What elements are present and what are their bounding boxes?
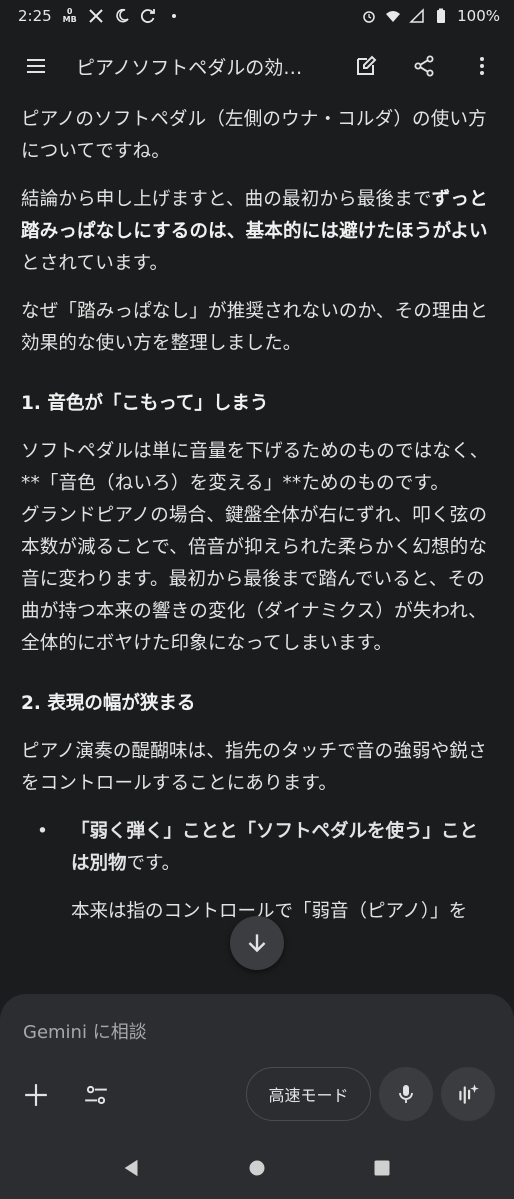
wifi-icon: [385, 8, 401, 24]
section-heading-2: 2. 表現の幅が狭まる: [21, 693, 196, 714]
scroll-to-bottom-button[interactable]: [230, 916, 284, 970]
menu-icon: [27, 59, 45, 73]
conversation-title[interactable]: ピアノソフトペダルの効…: [76, 53, 334, 80]
microphone-button[interactable]: [379, 1067, 433, 1121]
home-button[interactable]: [239, 1150, 275, 1186]
section2-paragraph: ピアノ演奏の醍醐味は、指先のタッチで音の強弱や鋭さをコントロールすることにありま…: [21, 741, 487, 794]
more-vert-icon: [480, 57, 484, 75]
app-bar: ピアノソフトペダルの効…: [0, 40, 514, 92]
gemini-live-button[interactable]: [441, 1067, 495, 1121]
moon-icon: [114, 8, 130, 24]
share-icon: [414, 55, 434, 77]
back-button[interactable]: [114, 1150, 150, 1186]
edit-icon: [357, 55, 377, 75]
intro-paragraph: ピアノのソフトペダル（左側のウナ・コルダ）の使い方についてですね。: [21, 109, 487, 162]
recents-square-icon: [374, 1160, 390, 1176]
section1-paragraph-a: ソフトペダルは単に音量を下げるためのものではなく、**「音色（ねいろ）を変える」…: [21, 441, 489, 494]
share-button[interactable]: [408, 50, 440, 82]
prompt-input[interactable]: Gemini に相談: [23, 1018, 147, 1044]
conclusion-pre-text: 結論から申し上げますと、曲の最初から最後まで: [21, 189, 432, 210]
conclusion-post-text: とされています。: [21, 253, 169, 274]
battery-icon: [433, 8, 449, 24]
response-content[interactable]: ピアノのソフトペダル（左側のウナ・コルダ）の使い方についてですね。 結論から申し…: [0, 104, 514, 1004]
tools-button[interactable]: [76, 1075, 116, 1115]
mode-selector[interactable]: 高速モード: [246, 1067, 371, 1121]
signal-icon: [409, 8, 425, 24]
system-navigation-bar: [0, 1140, 514, 1196]
mic-icon: [399, 1085, 413, 1103]
section1-paragraph-b: グランドピアノの場合、鍵盤全体が右にずれ、叩く弦の本数が減ることで、倍音が抑えら…: [21, 505, 488, 654]
gemini-live-icon: [459, 1084, 479, 1104]
data-usage-unit: MB: [62, 15, 77, 24]
notification-dot-icon: [166, 8, 182, 24]
status-bar: 2:25 0 MB 100%: [0, 0, 514, 32]
bullet-dot: •: [37, 821, 48, 842]
x-app-icon: [88, 8, 104, 24]
alarm-icon: [361, 8, 377, 24]
battery-percentage: 100%: [457, 7, 500, 25]
conclusion-paragraph: 結論から申し上げますと、曲の最初から最後までずっと踏みっぱなしにするのは、基本的…: [21, 184, 492, 280]
sync-icon: [140, 8, 156, 24]
bullet1-post-text: です。: [126, 853, 181, 874]
list-item: • 「弱く弾く」ことと「ソフトペダルを使う」ことは別物です。: [37, 816, 492, 880]
why-paragraph: なぜ「踏みっぱなし」が推奨されないのか、その理由と効果的な使い方を整理しました。: [21, 301, 489, 354]
data-usage-indicator: 0 MB: [62, 8, 78, 24]
recents-button[interactable]: [364, 1150, 400, 1186]
more-options-button[interactable]: [466, 50, 498, 82]
plus-icon: [25, 1084, 47, 1106]
edit-button[interactable]: [350, 50, 382, 82]
back-triangle-icon: [124, 1159, 138, 1177]
status-time: 2:25: [18, 7, 52, 25]
menu-button[interactable]: [20, 50, 52, 82]
home-circle-icon: [249, 1160, 265, 1176]
section-heading-1: 1. 音色が「こもって」しまう: [21, 393, 269, 414]
arrow-down-icon: [248, 934, 266, 953]
tune-icon: [85, 1085, 107, 1105]
add-attachment-button[interactable]: [16, 1075, 56, 1115]
